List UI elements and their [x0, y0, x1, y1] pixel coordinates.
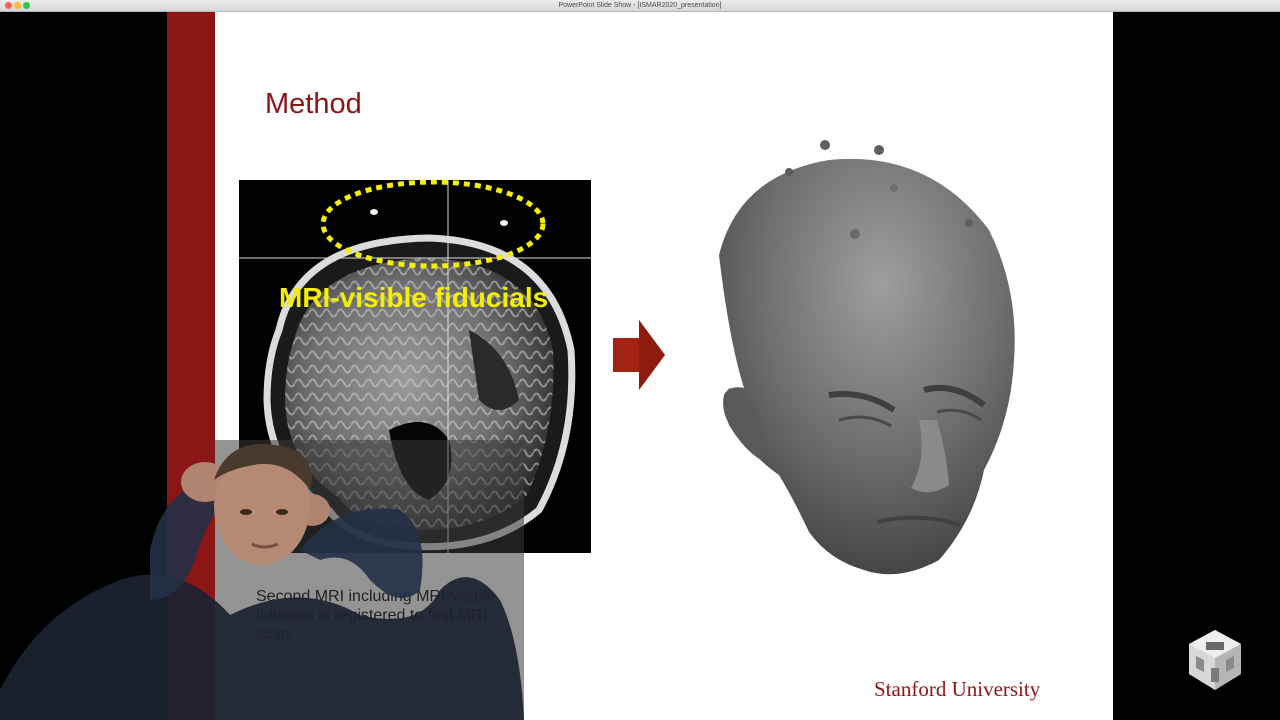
cube-logo-icon: [1189, 630, 1241, 690]
stanford-footer: Stanford University: [874, 677, 1041, 701]
fiducials-label: MRI-visible fiducials: [279, 282, 549, 313]
presenter-webcam-overlay: [0, 440, 524, 720]
head-3d-render: [719, 140, 1015, 575]
window-title: PowerPoint Slide Show - [ISMAR2020_prese…: [558, 2, 722, 9]
slide-title: Method: [265, 88, 362, 120]
arrow-right-icon: [613, 320, 665, 390]
window-titlebar: PowerPoint Slide Show - [ISMAR2020_prese…: [0, 0, 1280, 12]
